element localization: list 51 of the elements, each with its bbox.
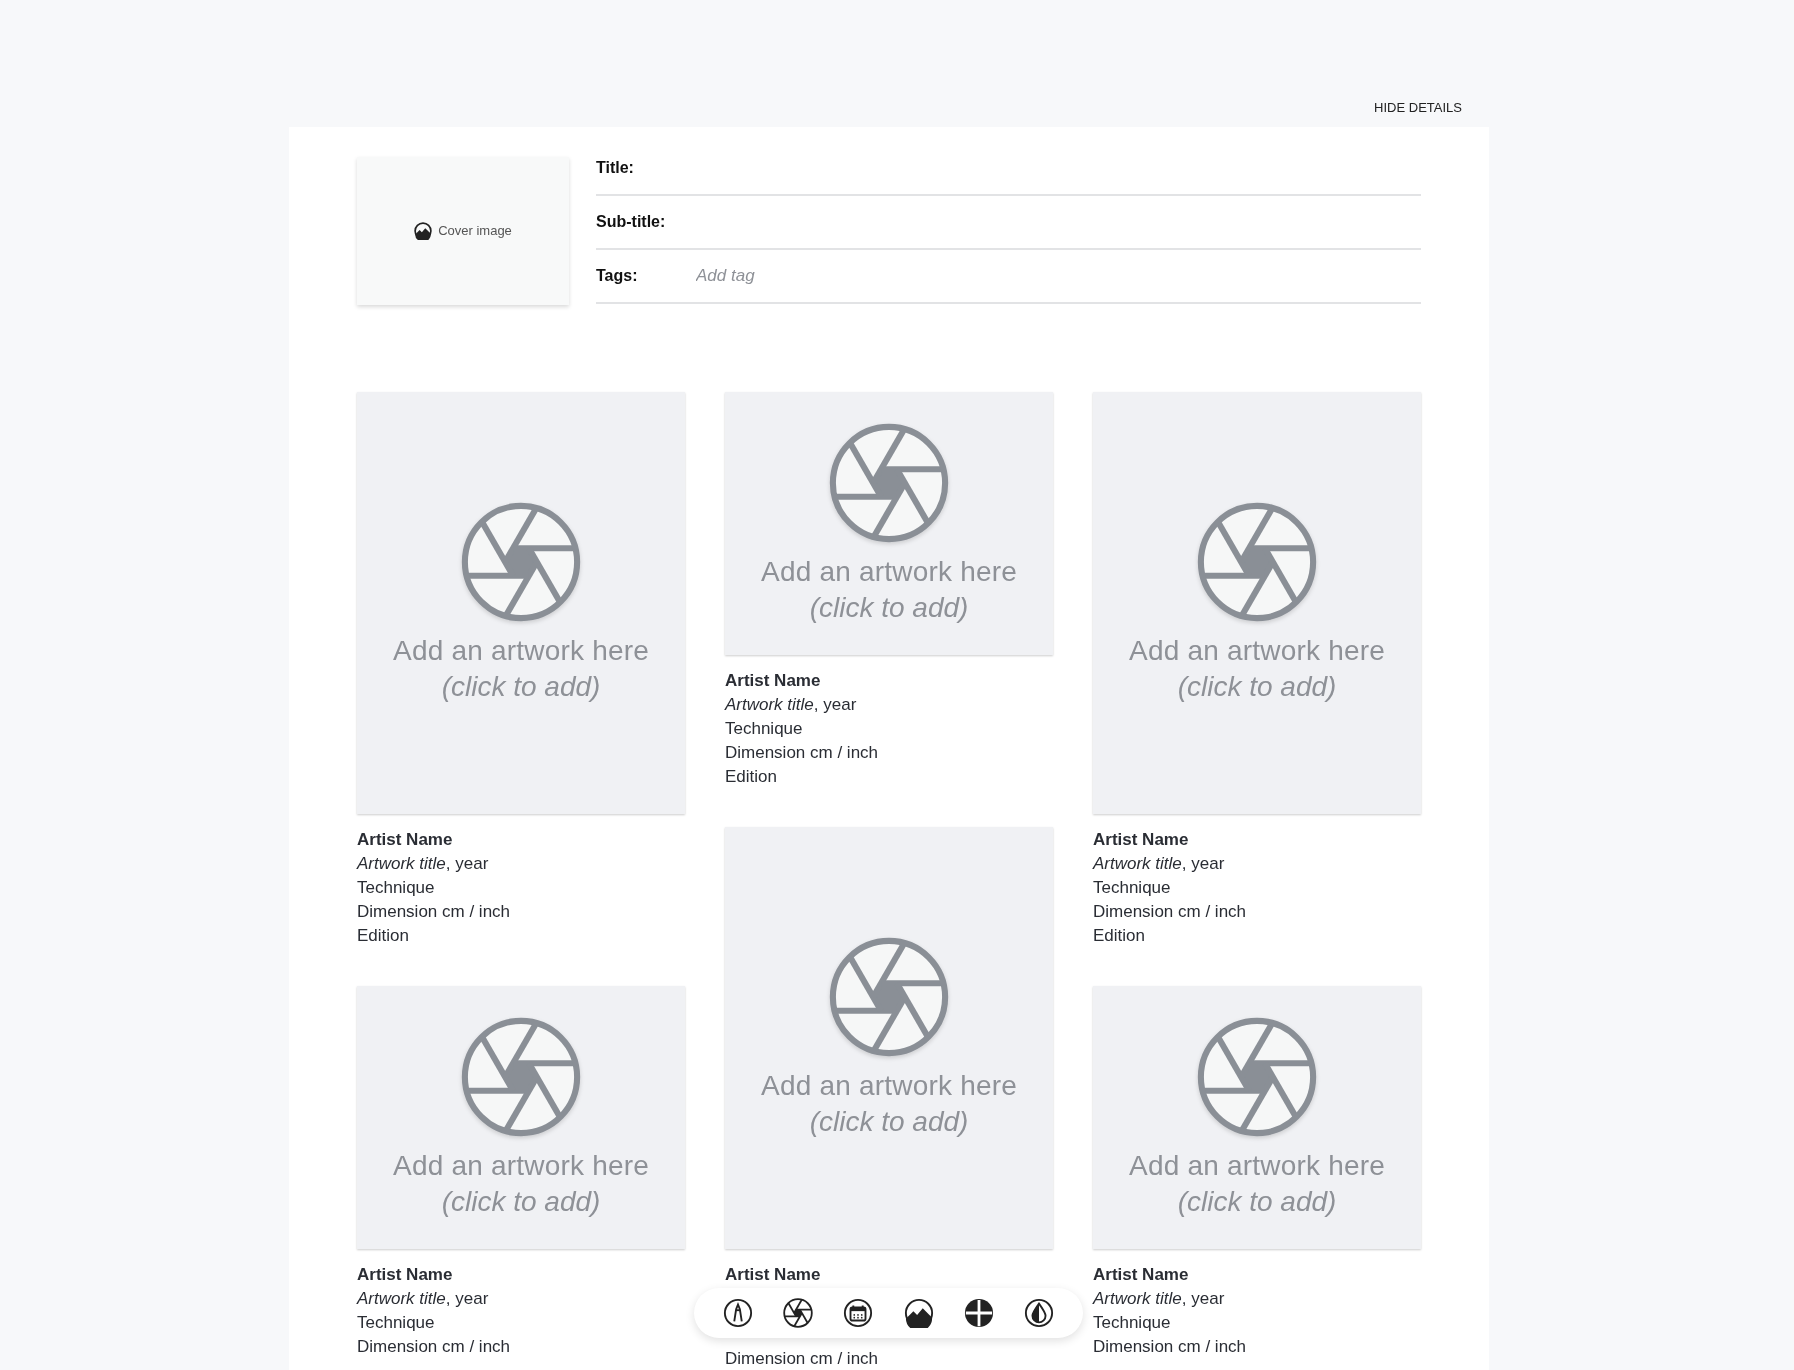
aperture-icon — [1196, 1015, 1318, 1138]
aperture-icon — [828, 936, 950, 1058]
artist-name: Artist Name — [357, 829, 454, 851]
aperture-icon — [1196, 501, 1318, 623]
aperture-icon — [460, 501, 582, 623]
caption-line: Dimension cm / inch — [1093, 1336, 1248, 1358]
caption-line: Technique — [1093, 877, 1172, 899]
field-label: Tags: — [596, 266, 639, 286]
tag-input[interactable]: Add tag — [696, 263, 1421, 289]
field-label: Sub-title: — [596, 212, 667, 232]
caption-line: Artwork title, year — [725, 694, 858, 716]
caption-line: Dimension cm / inch — [725, 1348, 880, 1370]
aperture-icon — [828, 421, 950, 544]
caption-line: Artwork title, year — [357, 1288, 490, 1310]
add-artwork-button[interactable]: Add an artwork here (click to add) — [357, 392, 685, 814]
caption-line: Edition — [1093, 925, 1146, 947]
caption-line: Artwork title, year — [357, 853, 490, 875]
add-artwork-button[interactable]: Add an artwork here (click to add) — [725, 827, 1053, 1249]
aperture-icon — [460, 1015, 582, 1138]
landscape-icon — [903, 1298, 934, 1328]
hide-details-button[interactable]: HIDE DETAILS — [1374, 97, 1462, 117]
caption-line: Dimension cm / inch — [357, 1336, 512, 1358]
tool-button[interactable] — [781, 1296, 816, 1330]
aperture-icon — [783, 1298, 814, 1328]
crosshair-icon — [963, 1298, 994, 1328]
landscape-icon — [414, 222, 433, 240]
cover-image-button[interactable]: Cover image — [357, 157, 569, 305]
artist-name: Artist Name — [725, 1264, 822, 1286]
caption-line: Dimension cm / inch — [1093, 901, 1248, 923]
add-artwork-button[interactable]: Add an artwork here (click to add) — [1093, 986, 1421, 1249]
caption-line: Technique — [1093, 1312, 1172, 1334]
calendar-icon — [843, 1298, 874, 1328]
caption-line: Edition — [357, 925, 410, 947]
caption-line: Technique — [357, 877, 436, 899]
caption-line: Artwork title, year — [1093, 853, 1226, 875]
add-artwork-button[interactable]: Add an artwork here (click to add) — [725, 392, 1053, 655]
caption-line: Edition — [725, 766, 778, 788]
artist-name: Artist Name — [357, 1264, 454, 1286]
artist-name: Artist Name — [1093, 829, 1190, 851]
caption-line: Dimension cm / inch — [357, 901, 512, 923]
pen-nib-icon — [723, 1298, 754, 1328]
artist-name: Artist Name — [1093, 1264, 1190, 1286]
artist-name: Artist Name — [725, 670, 822, 692]
caption-line: Technique — [725, 718, 804, 740]
caption-line: Artwork title, year — [1093, 1288, 1226, 1310]
add-artwork-button[interactable]: Add an artwork here (click to add) — [1093, 392, 1421, 814]
caption-line: Technique — [357, 1312, 436, 1334]
field-label: Title: — [596, 158, 635, 178]
add-artwork-button[interactable]: Add an artwork here (click to add) — [357, 986, 685, 1249]
contrast-drop-icon — [1023, 1298, 1054, 1328]
caption-line: Dimension cm / inch — [725, 742, 880, 764]
